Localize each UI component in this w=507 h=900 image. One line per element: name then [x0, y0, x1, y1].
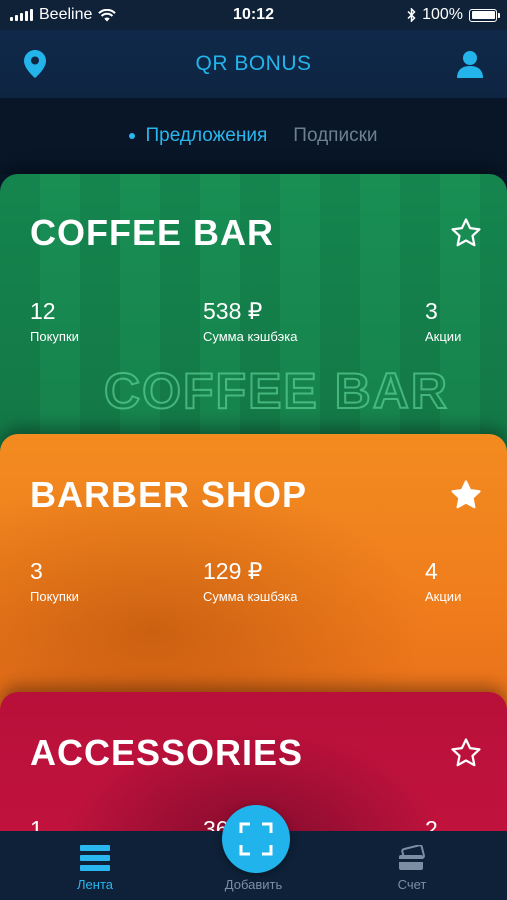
offer-card-barber-shop[interactable]: BARBER SHOP 3 Покупки 129 ₽ Сумма кэшбэк… [0, 434, 507, 714]
stat-purchases: 12 Покупки [30, 298, 79, 344]
scan-qr-button[interactable] [222, 805, 290, 873]
status-right: 100% [407, 6, 500, 24]
stat-promotions: 3 Акции [425, 298, 461, 344]
stat-cashback: 129 ₽ Сумма кэшбэка [203, 558, 298, 604]
status-bar: Beeline 10:12 100% [0, 0, 507, 30]
signal-icon [10, 9, 33, 21]
active-dot [129, 133, 136, 139]
segment-control: Предложения Подписки [0, 98, 507, 174]
tab-add[interactable]: Добавить [199, 871, 309, 892]
battery-icon [469, 8, 500, 22]
bluetooth-icon [407, 8, 416, 22]
wifi-icon [98, 8, 117, 21]
tab-account[interactable]: Счет [357, 845, 467, 892]
star-filled-icon[interactable] [449, 478, 483, 512]
star-outline-icon[interactable] [449, 736, 483, 770]
status-left: Beeline [10, 6, 117, 24]
stat-value: 129 ₽ [203, 558, 263, 584]
stat-label: Акции [425, 329, 462, 344]
stat-label: Покупки [30, 329, 79, 344]
status-time: 10:12 [233, 6, 274, 23]
app-title: QR BONUS [195, 52, 312, 75]
tab-offers[interactable]: Предложения [129, 125, 267, 147]
stat-label: Сумма кэшбэка [203, 589, 298, 604]
star-outline-icon[interactable] [449, 216, 483, 250]
stat-cashback: 538 ₽ Сумма кэшбэка [203, 298, 298, 344]
wallet-cards-icon [399, 845, 425, 870]
stat-promotions: 4 Акции [425, 558, 461, 604]
stat-value: 3 [425, 298, 438, 324]
tab-feed-label: Лента [77, 877, 113, 892]
stat-value: 538 ₽ [203, 298, 263, 324]
card-title: COFFEE BAR [30, 212, 274, 253]
stat-value: 12 [30, 298, 56, 324]
neon-sign-decoration: COFFEE BAR [103, 362, 449, 420]
tab-account-label: Счет [397, 877, 427, 892]
scan-frame-icon [239, 822, 273, 856]
battery-percent: 100% [422, 6, 463, 23]
nav-bar: QR BONUS [0, 30, 507, 98]
tab-add-label: Добавить [224, 877, 283, 892]
location-pin-icon[interactable] [24, 50, 46, 78]
stat-label: Сумма кэшбэка [203, 329, 298, 344]
offer-card-coffee-bar[interactable]: COFFEE BAR COFFEE BAR 12 Покупки 538 ₽ С… [0, 174, 507, 454]
tab-feed[interactable]: Лента [40, 845, 150, 892]
stat-value: 3 [30, 558, 43, 584]
stat-label: Акции [425, 589, 462, 604]
tab-subscriptions[interactable]: Подписки [293, 125, 377, 147]
profile-icon[interactable] [457, 50, 483, 78]
card-title: ACCESSORIES [30, 732, 304, 773]
feed-icon [80, 845, 110, 871]
stat-value: 4 [425, 558, 438, 584]
card-title: BARBER SHOP [30, 474, 308, 515]
tab-offers-label: Предложения [145, 125, 268, 146]
carrier-label: Beeline [39, 6, 93, 23]
stat-label: Покупки [30, 589, 79, 604]
stat-purchases: 3 Покупки [30, 558, 79, 604]
